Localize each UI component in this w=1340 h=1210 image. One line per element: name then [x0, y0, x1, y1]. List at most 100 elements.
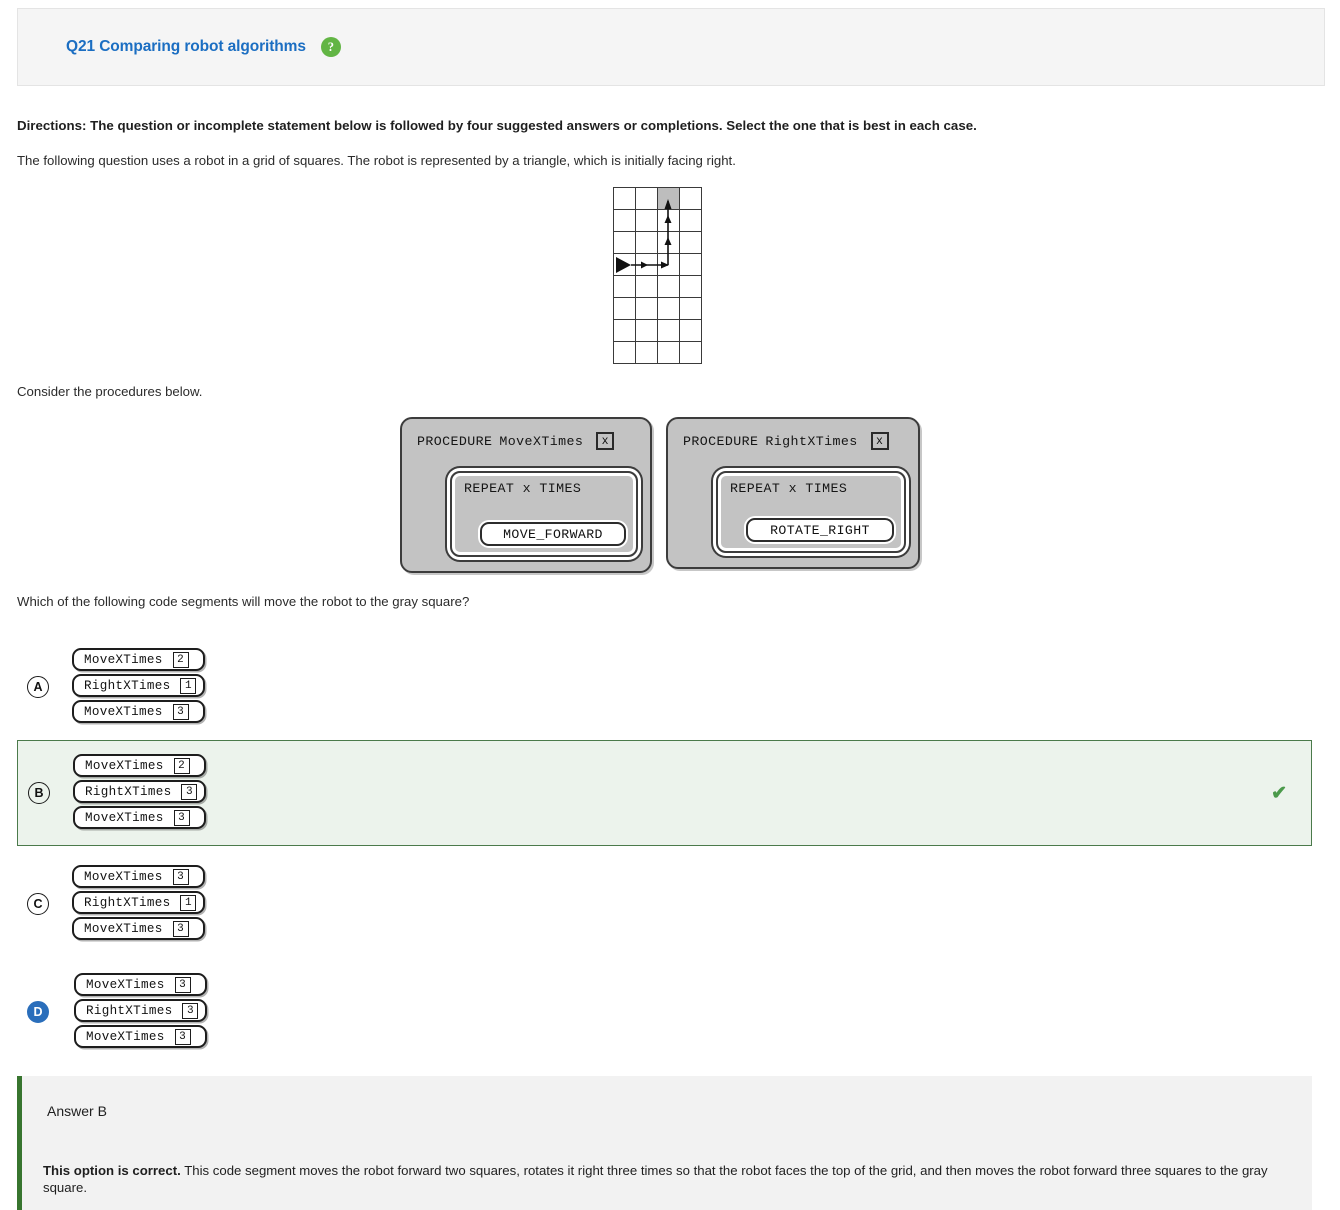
call-arg: 3 — [182, 1002, 199, 1019]
choice-letter-c[interactable]: C — [27, 893, 49, 915]
call-arg: 3 — [174, 976, 191, 993]
call-name: MoveXTimes — [86, 1029, 165, 1044]
grid-cell — [679, 319, 702, 342]
grid-cell — [613, 319, 636, 342]
grid-cell — [635, 253, 658, 276]
grid-table — [613, 187, 702, 364]
procedure-header: PROCEDURE MoveXTimes x — [402, 419, 650, 450]
grid-cell — [613, 231, 636, 254]
repeat-label: REPEAT x TIMES — [464, 481, 582, 496]
answer-detail: This code segment moves the robot forwar… — [43, 1163, 1268, 1195]
grid-cell — [679, 275, 702, 298]
code-line: MoveXTimes 3 — [74, 1025, 208, 1048]
grid-cell — [613, 341, 636, 364]
procedure-param-box: x — [596, 432, 615, 450]
grid-cell — [679, 209, 702, 232]
repeat-block: REPEAT x TIMES ROTATE_RIGHT — [716, 471, 906, 553]
call-name: MoveXTimes — [85, 810, 164, 825]
grid-cell — [679, 187, 702, 210]
answer-choice-c[interactable]: C MoveXTimes 3 RightXTimes 1 MoveXTimes 3 — [17, 858, 1312, 950]
call-arg: 1 — [180, 677, 197, 694]
call-arg: 3 — [181, 783, 198, 800]
code-line: MoveXTimes 3 — [72, 917, 206, 940]
answer-explanation-panel: Answer B This option is correct. This co… — [17, 1076, 1312, 1210]
call-arg: 3 — [173, 809, 190, 826]
grid-cell-gray-target — [657, 187, 680, 210]
procedure-name: MoveXTimes — [499, 433, 584, 449]
grid-cell — [679, 341, 702, 364]
question-header-bar: Q21 Comparing robot algorithms ? — [17, 8, 1325, 86]
directions-text: Directions: The question or incomplete s… — [17, 118, 977, 133]
call-arg: 3 — [172, 703, 189, 720]
repeat-block: REPEAT x TIMES MOVE_FORWARD — [450, 471, 638, 557]
code-segment-c: MoveXTimes 3 RightXTimes 1 MoveXTimes 3 — [72, 865, 206, 943]
call-arg: 1 — [180, 894, 197, 911]
procedure-keyword: PROCEDURE — [417, 433, 493, 449]
grid-cell — [657, 275, 680, 298]
code-line: MoveXTimes 3 — [74, 973, 208, 996]
statement-rotate-right: ROTATE_RIGHT — [746, 518, 894, 542]
answer-choice-d[interactable]: D MoveXTimes 3 RightXTimes 3 MoveXTimes 3 — [17, 966, 1312, 1058]
call-name: MoveXTimes — [85, 758, 164, 773]
grid-cell — [635, 275, 658, 298]
call-name: RightXTimes — [85, 784, 172, 799]
procedure-card-rightxtimes: PROCEDURE RightXTimes x REPEAT x TIMES R… — [666, 417, 920, 569]
call-name: MoveXTimes — [84, 921, 163, 936]
question-text: Which of the following code segments wil… — [17, 594, 470, 609]
statement-move-forward: MOVE_FORWARD — [480, 522, 626, 546]
code-line: MoveXTimes 3 — [72, 865, 206, 888]
procedure-param-box: x — [870, 432, 889, 450]
grid-cell — [679, 297, 702, 320]
call-name: RightXTimes — [84, 895, 171, 910]
intro-text: The following question uses a robot in a… — [17, 153, 736, 168]
grid-cell — [613, 275, 636, 298]
code-line: MoveXTimes 3 — [73, 806, 207, 829]
page-title: Q21 Comparing robot algorithms — [66, 38, 306, 55]
grid-cell — [613, 209, 636, 232]
choice-letter-d[interactable]: D — [27, 1001, 49, 1023]
call-arg: 3 — [174, 1028, 191, 1045]
procedure-header: PROCEDURE RightXTimes x — [668, 419, 918, 450]
code-segment-d: MoveXTimes 3 RightXTimes 3 MoveXTimes 3 — [74, 973, 208, 1051]
robot-grid-diagram — [613, 187, 703, 365]
code-line: RightXTimes 1 — [72, 674, 206, 697]
grid-cell — [635, 319, 658, 342]
code-segment-b: MoveXTimes 2 RightXTimes 3 MoveXTimes 3 — [73, 754, 207, 832]
consider-text: Consider the procedures below. — [17, 384, 203, 399]
call-arg: 3 — [172, 920, 189, 937]
choice-letter-a[interactable]: A — [27, 676, 49, 698]
code-line: MoveXTimes 2 — [73, 754, 207, 777]
code-line: RightXTimes 1 — [72, 891, 206, 914]
help-question-icon[interactable]: ? — [320, 37, 341, 57]
grid-cell — [613, 297, 636, 320]
answer-explanation: This option is correct. This code segmen… — [43, 1163, 1293, 1197]
answer-heading: Answer B — [47, 1103, 107, 1119]
call-arg: 2 — [172, 651, 189, 668]
grid-cell — [657, 253, 680, 276]
code-segment-a: MoveXTimes 2 RightXTimes 1 MoveXTimes 3 — [72, 648, 206, 726]
answer-choice-b[interactable]: B MoveXTimes 2 RightXTimes 3 MoveXTimes 3 ✔ — [17, 740, 1312, 846]
call-name: RightXTimes — [84, 678, 171, 693]
grid-cell — [657, 319, 680, 342]
procedure-name: RightXTimes — [765, 433, 858, 449]
grid-cell — [657, 209, 680, 232]
grid-cell — [635, 209, 658, 232]
call-name: MoveXTimes — [84, 704, 163, 719]
grid-cell — [613, 187, 636, 210]
call-name: MoveXTimes — [86, 977, 165, 992]
grid-cell — [635, 187, 658, 210]
grid-cell — [679, 231, 702, 254]
code-line: RightXTimes 3 — [73, 780, 207, 803]
choice-letter-b[interactable]: B — [28, 782, 50, 804]
code-line: RightXTimes 3 — [74, 999, 208, 1022]
correct-check-icon: ✔ — [1271, 782, 1287, 804]
grid-cell — [657, 341, 680, 364]
code-line: MoveXTimes 3 — [72, 700, 206, 723]
procedure-definitions: PROCEDURE MoveXTimes x REPEAT x TIMES MO… — [400, 417, 920, 573]
answer-choice-a[interactable]: A MoveXTimes 2 RightXTimes 1 MoveXTimes 3 — [17, 641, 1312, 733]
code-line: MoveXTimes 2 — [72, 648, 206, 671]
answer-verdict: This option is correct. — [43, 1163, 181, 1178]
grid-cell — [657, 231, 680, 254]
call-name: MoveXTimes — [84, 869, 163, 884]
call-name: RightXTimes — [86, 1003, 173, 1018]
